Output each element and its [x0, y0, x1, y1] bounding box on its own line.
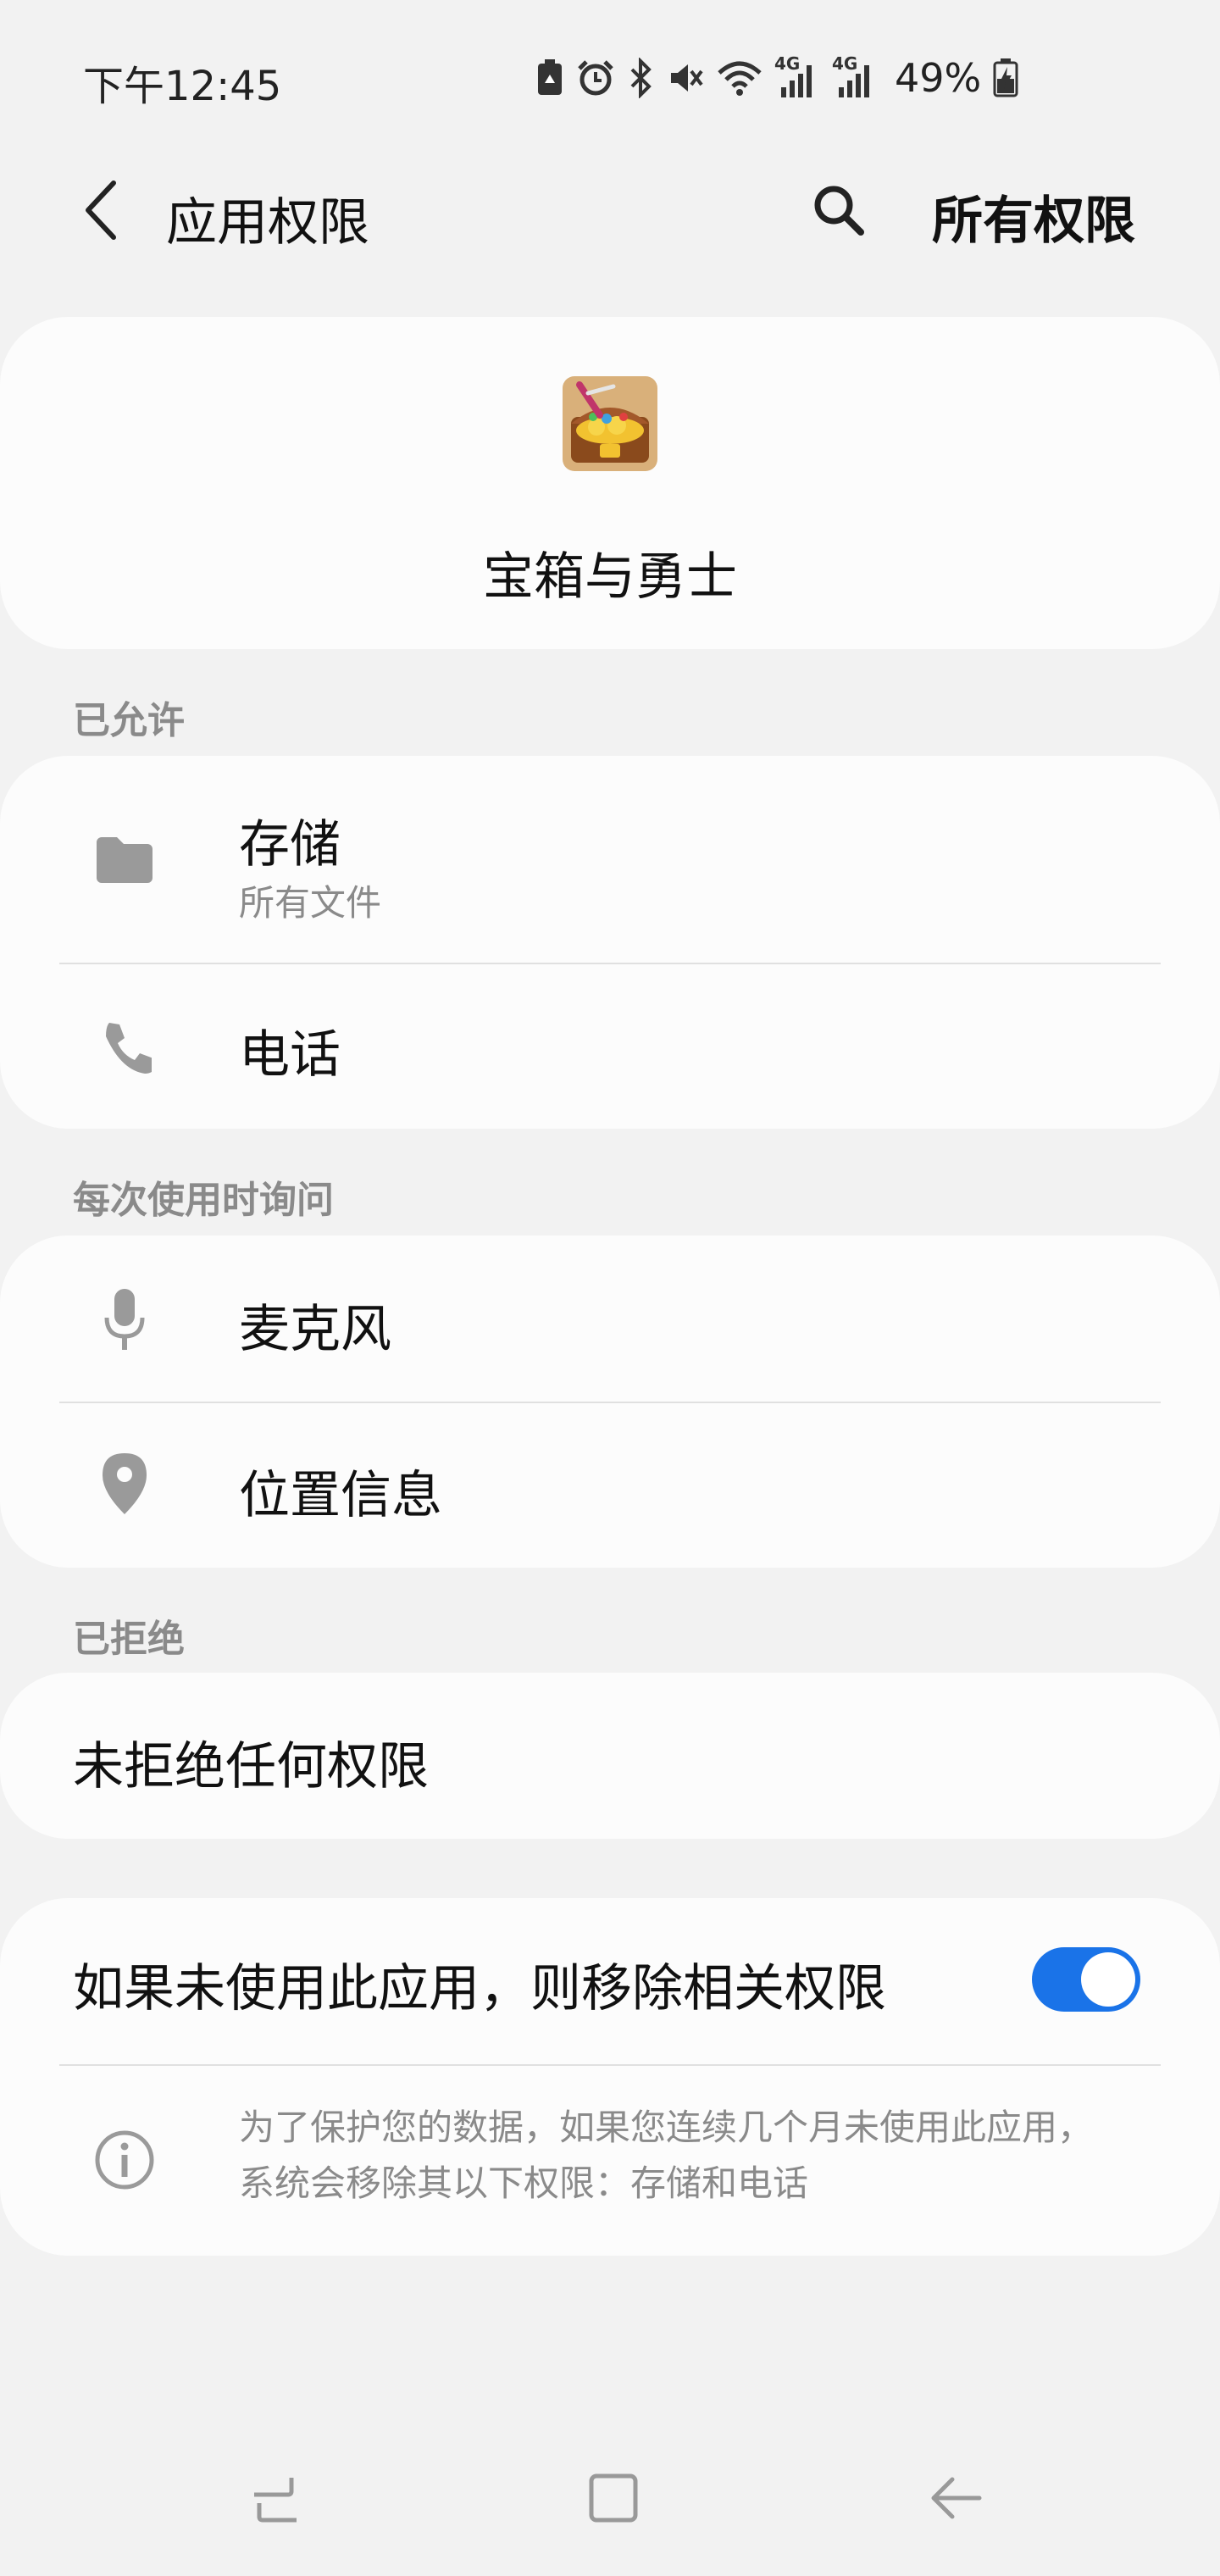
microphone-icon [93, 1288, 156, 1351]
app-info-card: 宝箱与勇士 [0, 317, 1220, 649]
permission-title: 电话 [239, 1025, 341, 1085]
signal-4g-icon: 4G [774, 53, 820, 99]
battery-saver-icon [535, 59, 564, 97]
switch-knob [1081, 1952, 1135, 2007]
mute-icon [668, 59, 705, 97]
auto-revoke-card: 如果未使用此应用，则移除相关权限 为了保护您的数据，如果您连续几个月未使用此应用… [0, 1898, 1220, 2256]
search-icon [812, 183, 866, 241]
permission-title: 麦克风 [239, 1300, 391, 1359]
navigation-bar [0, 2423, 1220, 2576]
divider [59, 2064, 1161, 2066]
all-permissions-button[interactable]: 所有权限 [932, 180, 1135, 253]
folder-icon [93, 829, 156, 891]
auto-revoke-label: 如果未使用此应用，则移除相关权限 [73, 1959, 886, 2018]
ask-permissions-card: 麦克风 位置信息 [0, 1235, 1220, 1568]
signal-4g-icon: 4G [832, 53, 878, 99]
wifi-icon [717, 59, 762, 97]
denied-permissions-card: 未拒绝任何权限 [0, 1673, 1220, 1839]
permission-row-microphone[interactable]: 麦克风 [0, 1235, 1220, 1402]
permission-title: 存储 [239, 815, 341, 874]
home-button[interactable] [571, 2457, 656, 2542]
battery-charging-icon [993, 58, 1018, 97]
phone-icon [93, 1015, 156, 1078]
auto-revoke-row[interactable]: 如果未使用此应用，则移除相关权限 [0, 1898, 1220, 2064]
back-button[interactable] [59, 169, 144, 254]
back-nav-button[interactable] [913, 2457, 998, 2542]
permission-row-location[interactable]: 位置信息 [0, 1403, 1220, 1568]
no-denied-text: 未拒绝任何权限 [73, 1737, 429, 1796]
section-label-ask: 每次使用时询问 [73, 1179, 334, 1222]
auto-revoke-switch[interactable] [1032, 1947, 1140, 2012]
app-bar: 应用权限 所有权限 [0, 158, 1220, 268]
status-time: 下午12:45 [83, 63, 282, 110]
back-arrow-icon [81, 180, 122, 244]
location-icon [93, 1452, 156, 1515]
auto-revoke-info: 为了保护您的数据，如果您连续几个月未使用此应用， 系统会移除其以下权限：存储和电… [239, 2100, 1154, 2212]
home-icon [586, 2471, 640, 2529]
back-nav-icon [929, 2471, 983, 2529]
alarm-icon [576, 58, 615, 97]
info-line: 为了保护您的数据，如果您连续几个月未使用此应用， [239, 2107, 1094, 2148]
status-icons: 4G 4G 49% [535, 53, 1018, 103]
section-label-allowed: 已允许 [73, 699, 185, 742]
battery-percent: 49% [895, 55, 982, 101]
recents-icon [246, 2471, 300, 2529]
permission-row-storage[interactable]: 存储 所有文件 [0, 756, 1220, 964]
info-icon [93, 2129, 156, 2191]
app-name: 宝箱与勇士 [483, 547, 737, 607]
status-bar: 下午12:45 4G 4G 49% [0, 0, 1220, 158]
permission-row-phone[interactable]: 电话 [0, 964, 1220, 1129]
search-button[interactable] [796, 169, 881, 254]
treasure-chest-app-icon [563, 376, 657, 471]
permission-subtitle: 所有文件 [239, 882, 382, 924]
permission-title: 位置信息 [239, 1466, 442, 1525]
allowed-permissions-card: 存储 所有文件 电话 [0, 756, 1220, 1129]
page-title: 应用权限 [166, 193, 369, 253]
recents-button[interactable] [230, 2457, 315, 2542]
bluetooth-icon [627, 58, 656, 98]
section-label-denied: 已拒绝 [73, 1618, 185, 1661]
info-line: 系统会移除其以下权限：存储和电话 [239, 2162, 809, 2204]
